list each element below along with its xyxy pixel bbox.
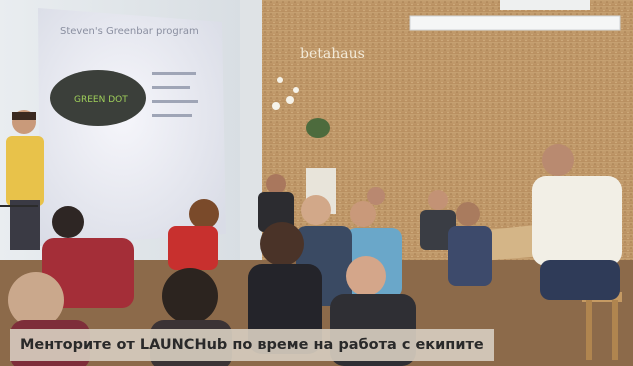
photo-caption: Менторите от LAUNCHub по време на работа… (10, 329, 494, 361)
event-photo: Steven's Greenbar program GREEN DOT beta… (0, 0, 633, 366)
slide-title: Steven's Greenbar program (60, 26, 199, 37)
slide-logo-text: GREEN DOT (74, 95, 128, 105)
wall-sign: betahaus (300, 46, 365, 62)
plant (306, 118, 330, 138)
ceiling-light (500, 0, 590, 10)
photo-frame: Steven's Greenbar program GREEN DOT beta… (0, 0, 633, 366)
edge-line (0, 205, 38, 207)
fluorescent-light (409, 15, 621, 31)
caption-text: Менторите от LAUNCHub по време на работа… (20, 337, 484, 353)
